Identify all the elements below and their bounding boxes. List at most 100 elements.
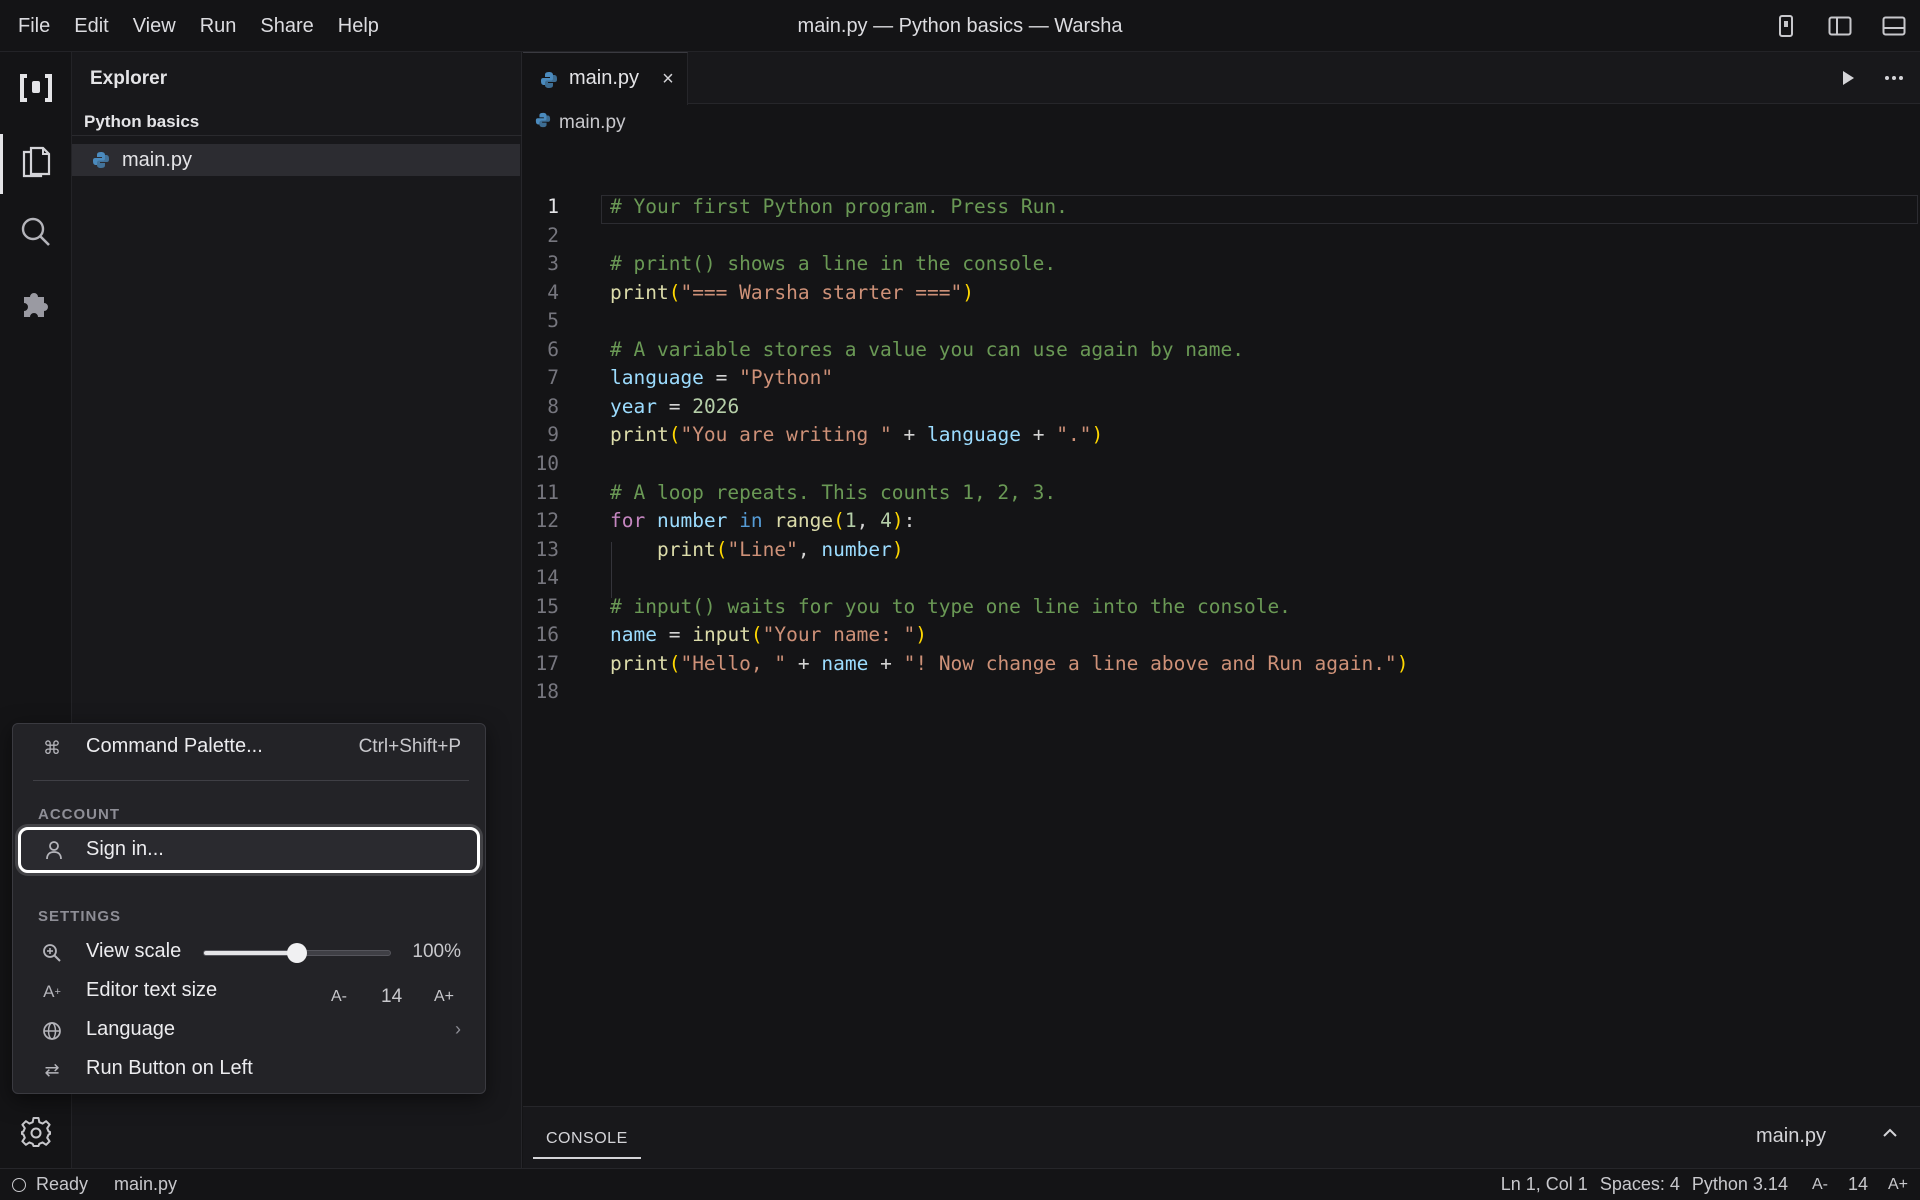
python-file-icon [92, 151, 110, 174]
line-number: 3 [547, 252, 559, 276]
code-line[interactable]: 4 print("=== Warsha starter ===") [523, 279, 1920, 308]
menu-edit[interactable]: Edit [62, 0, 120, 52]
line-number: 13 [535, 537, 559, 561]
font-increase-button[interactable]: A+ [1888, 1176, 1908, 1194]
globe-icon [41, 1020, 63, 1042]
project-header[interactable]: Python basics [72, 108, 522, 136]
font-size-value: 14 [1847, 1174, 1868, 1194]
code-line[interactable]: 15 # input() waits for you to type one li… [523, 593, 1920, 622]
settings-section-header: SETTINGS [38, 908, 122, 925]
menu-command-palette[interactable]: ⌘ Command Palette... Ctrl+Shift+P [13, 729, 485, 765]
title-actions [1770, 0, 1910, 52]
file-item-main-py[interactable]: main.py [72, 144, 520, 176]
line-number: 18 [535, 680, 559, 704]
language-label: Language [86, 1018, 175, 1040]
more-icon[interactable] [1878, 62, 1910, 94]
code-line[interactable]: 8 year = 2026 [523, 393, 1920, 422]
puzzle-icon[interactable] [0, 274, 72, 334]
menu-view[interactable]: View [121, 0, 188, 52]
code-line[interactable]: 9 print("You are writing " + language + "… [523, 421, 1920, 450]
toggle-panel-icon[interactable] [1878, 10, 1910, 42]
code-line[interactable]: 13 print("Line", number) [523, 536, 1920, 565]
sign-in-label: Sign in... [86, 838, 164, 860]
swap-icon: ⇄ [44, 1059, 60, 1080]
warsha-logo-icon[interactable] [0, 58, 72, 118]
menu-run[interactable]: Run [188, 0, 249, 52]
menu-run-button-left[interactable]: ⇄ Run Button on Left [13, 1051, 485, 1087]
code-text: year = 2026 [610, 394, 740, 418]
line-number: 7 [547, 366, 559, 390]
indent-setting[interactable]: Spaces: 4 [1600, 1174, 1680, 1195]
user-icon [43, 839, 65, 861]
text-size-value: 14 [381, 986, 403, 1007]
slider-thumb[interactable] [287, 943, 307, 963]
command-palette-label: Command Palette... [86, 735, 263, 757]
line-number: 16 [535, 623, 559, 647]
code-text: for number in range(1, 4): [610, 509, 916, 533]
menu-language[interactable]: Language › [13, 1012, 485, 1048]
language-mode[interactable]: Python 3.14 [1692, 1174, 1788, 1195]
code-line[interactable]: 17 print("Hello, " + name + "! Now change… [523, 650, 1920, 679]
line-number: 9 [547, 423, 559, 447]
menu-share[interactable]: Share [248, 0, 325, 52]
code-line[interactable]: 18 [523, 678, 1920, 707]
account-section-header: ACCOUNT [38, 806, 120, 823]
cursor-position[interactable]: Ln 1, Col 1 [1501, 1174, 1588, 1195]
python-file-icon [540, 71, 558, 94]
text-size-decrease-button[interactable]: A- [331, 988, 347, 1006]
menu-list: File Edit View Run Share Help [6, 0, 391, 52]
text-size-icon: A + [43, 982, 61, 1001]
code-line[interactable]: 6 # A variable stores a value you can use… [523, 336, 1920, 365]
code-line[interactable]: 14 [523, 564, 1920, 593]
code-line[interactable]: 12 for number in range(1, 4): [523, 507, 1920, 536]
files-icon[interactable] [0, 130, 72, 194]
menu-sign-in[interactable]: Sign in... [18, 827, 480, 873]
python-file-icon [535, 112, 551, 134]
console-panel: CONSOLE main.py [523, 1106, 1920, 1168]
menu-file[interactable]: File [6, 0, 62, 52]
status-bar: Ready main.py Ln 1, Col 1 Spaces: 4 Pyth… [0, 1168, 1920, 1200]
project-name: Python basics [84, 112, 200, 131]
chevron-right-icon: › [455, 1019, 461, 1039]
code-text: print("Line", number) [657, 537, 904, 561]
line-number: 10 [535, 451, 559, 475]
line-number: 4 [547, 280, 559, 304]
code-line[interactable]: 2 [523, 222, 1920, 251]
tab-main-py[interactable]: main.py × [523, 52, 688, 105]
menu-editor-text-size: A + Editor text size [13, 973, 485, 1009]
code-line[interactable]: 3 # print() shows a line in the console. [523, 250, 1920, 279]
command-icon: ⌘ [43, 737, 61, 758]
console-file: main.py [1755, 1125, 1826, 1147]
line-number: 1 [547, 195, 559, 218]
search-icon[interactable] [0, 202, 72, 262]
line-number: 15 [535, 594, 559, 618]
line-number: 11 [535, 480, 559, 504]
close-icon[interactable]: × [658, 67, 678, 91]
tab-console[interactable]: CONSOLE [533, 1119, 641, 1159]
gear-icon[interactable] [0, 1106, 72, 1158]
line-number: 6 [547, 337, 559, 361]
line-number: 2 [547, 223, 559, 247]
code-line[interactable]: 7 language = "Python" [523, 364, 1920, 393]
code-text: print("Hello, " + name + "! Now change a… [610, 651, 1409, 675]
run-icon[interactable] [1832, 62, 1864, 94]
breadcrumb-file[interactable]: main.py [559, 112, 626, 134]
code-line[interactable]: 1 # Your first Python program. Press Run. [523, 193, 1920, 222]
chevron-up-icon[interactable] [1880, 1123, 1900, 1148]
status-left: Ready main.py [12, 1174, 177, 1195]
device-icon[interactable] [1770, 10, 1802, 42]
zoom-icon [41, 942, 63, 964]
explorer-title: Explorer [90, 68, 168, 89]
code-text: # A variable stores a value you can use … [610, 337, 1244, 361]
code-line[interactable]: 11 # A loop repeats. This counts 1, 2, 3. [523, 479, 1920, 508]
editor-tab-bar: main.py × [523, 52, 1920, 105]
status-file: main.py [114, 1174, 178, 1194]
code-line[interactable]: 10 [523, 450, 1920, 479]
font-decrease-button[interactable]: A- [1812, 1176, 1828, 1194]
code-line[interactable]: 16 name = input("Your name: ") [523, 621, 1920, 650]
toggle-sidebar-icon[interactable] [1824, 10, 1856, 42]
text-size-increase-button[interactable]: A+ [434, 988, 454, 1006]
view-scale-slider[interactable] [203, 943, 391, 963]
menu-help[interactable]: Help [326, 0, 391, 52]
code-line[interactable]: 5 [523, 307, 1920, 336]
